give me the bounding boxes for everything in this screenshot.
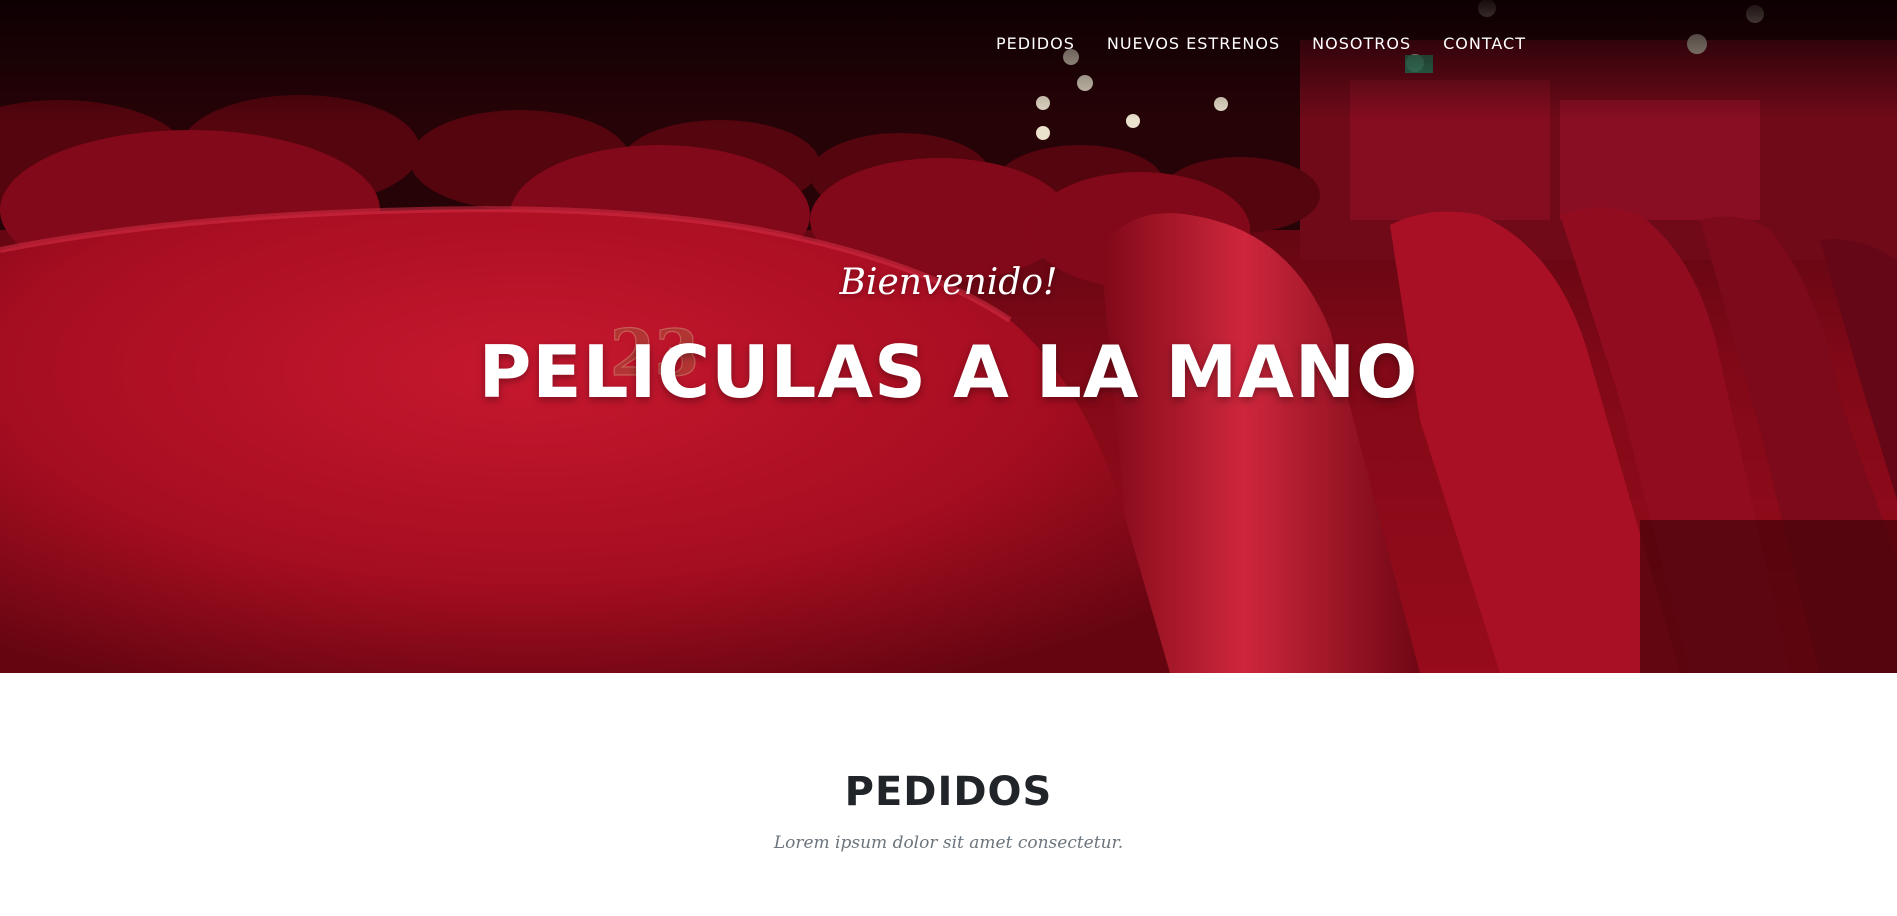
main-navigation: PEDIDOS NUEVOS ESTRENOS NOSOTROS CONTACT [980, 30, 1542, 57]
hero-subheading: Bienvenido! [839, 262, 1058, 303]
pedidos-section: PEDIDOS Lorem ipsum dolor sit amet conse… [0, 673, 1897, 916]
nav-link-pedidos[interactable]: PEDIDOS [980, 30, 1091, 57]
section-subheading: Lorem ipsum dolor sit amet consectetur. [773, 833, 1124, 853]
hero-header: 23 PEDIDOS NUEVOS ESTRENOS NOSOTROS CONT… [0, 0, 1897, 673]
nav-link-contact[interactable]: CONTACT [1427, 30, 1542, 57]
hero-heading: PELICULAS A LA MANO [478, 330, 1419, 414]
section-heading: PEDIDOS [844, 769, 1053, 815]
nav-link-nosotros[interactable]: NOSOTROS [1296, 30, 1427, 57]
nav-link-nuevos-estrenos[interactable]: NUEVOS ESTRENOS [1091, 30, 1296, 57]
